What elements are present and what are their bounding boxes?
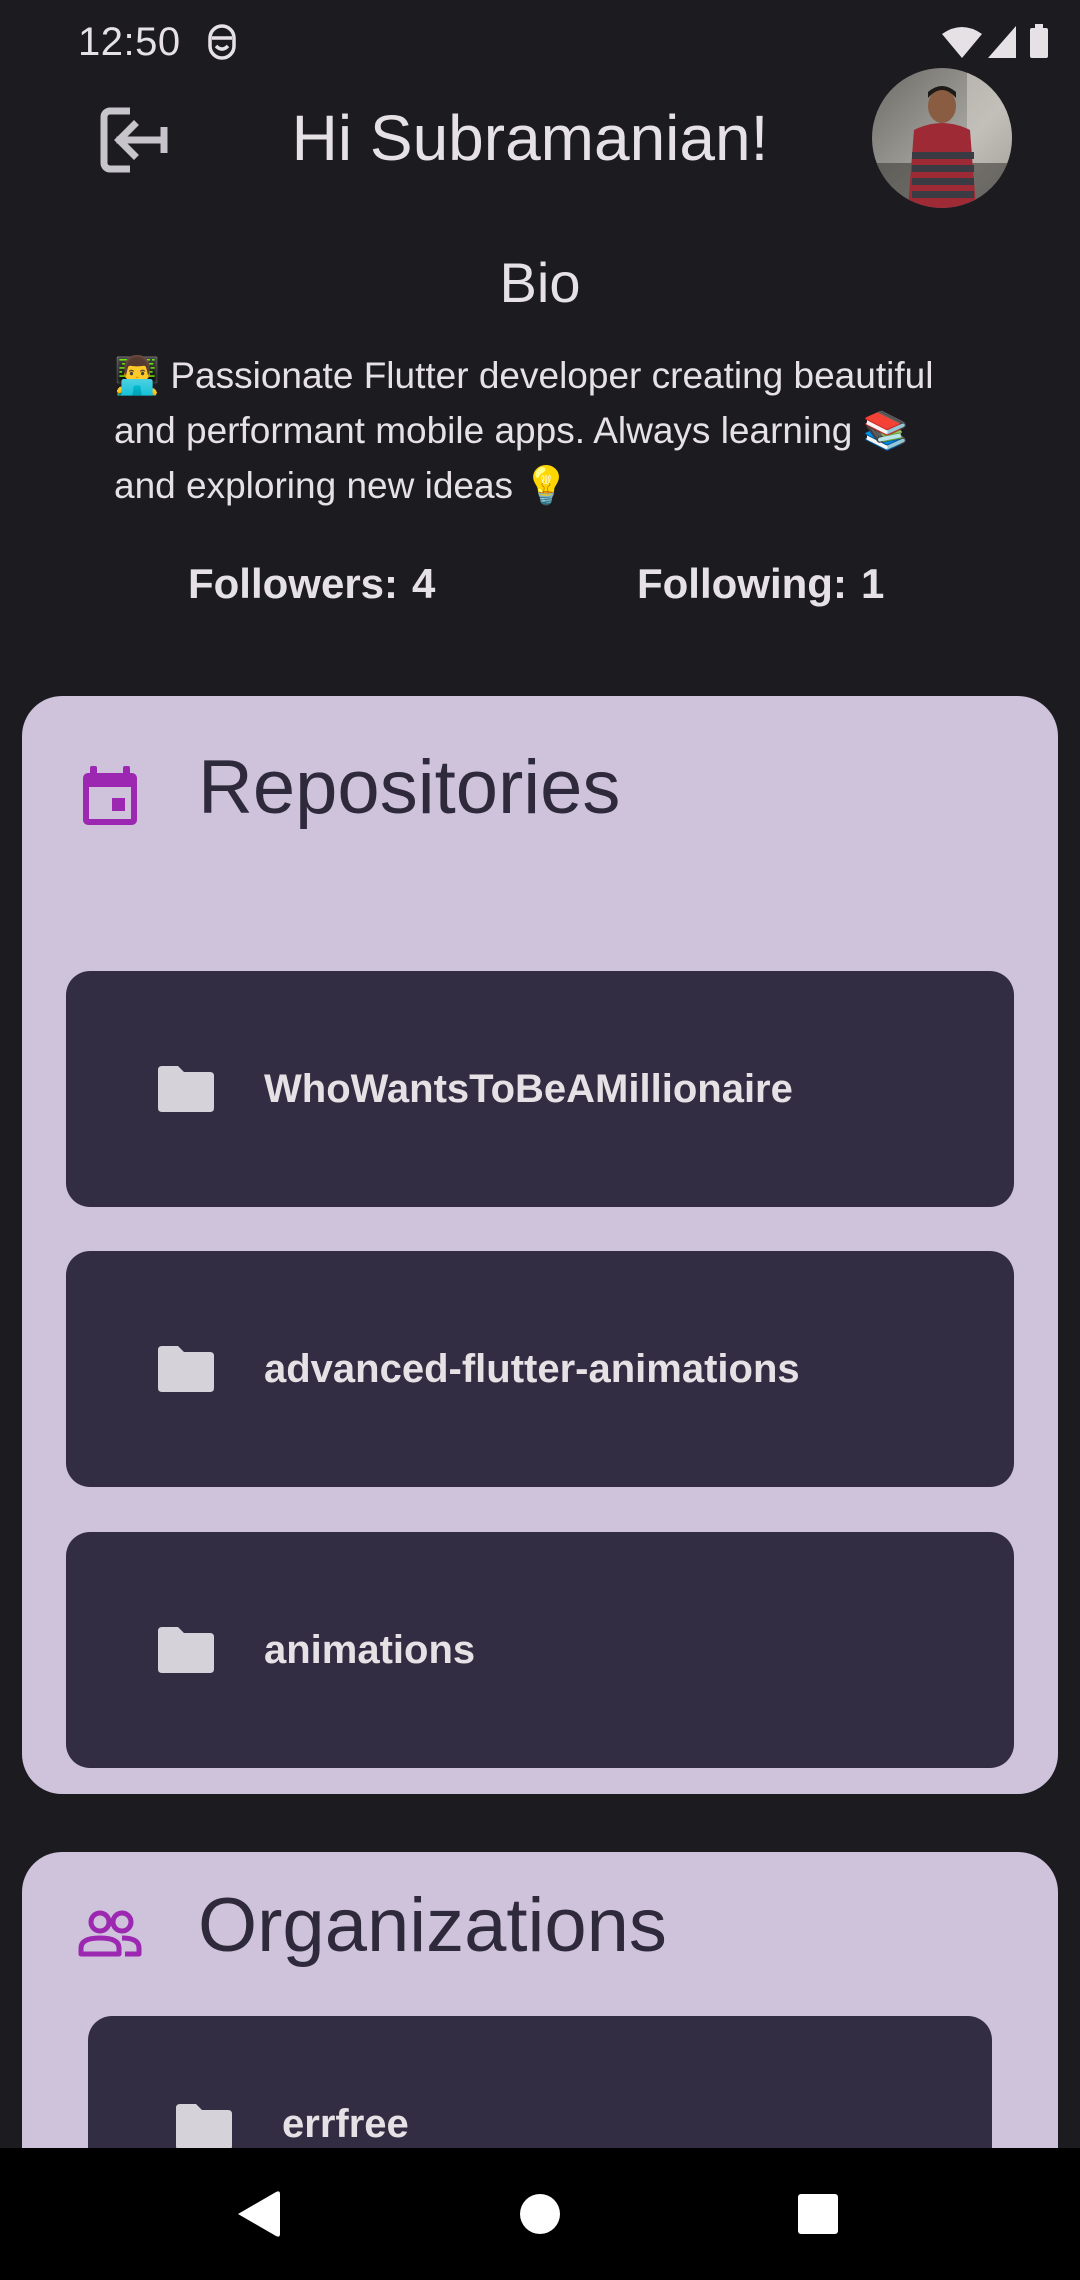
recents-square-icon [798, 2194, 838, 2234]
folder-icon [176, 2104, 232, 2150]
folder-icon [158, 1627, 214, 1673]
following-count: 1 [860, 560, 885, 607]
status-time: 12:50 [78, 20, 181, 64]
people-icon [78, 1910, 142, 1957]
logout-button[interactable] [92, 100, 176, 180]
followers-label: Followers: [188, 560, 399, 607]
logout-arrow-icon [100, 107, 168, 173]
status-icons [942, 24, 1048, 58]
nav-home-button[interactable] [500, 2178, 580, 2250]
avatar[interactable] [872, 68, 1012, 208]
repo-item[interactable]: advanced-flutter-animations [66, 1251, 1014, 1487]
wifi-icon [942, 27, 982, 58]
nav-back-button[interactable] [218, 2178, 298, 2250]
bio-title: Bio [499, 251, 581, 314]
folder-icon [158, 1346, 214, 1392]
org-name: errfree [282, 2102, 409, 2146]
repo-name: advanced-flutter-animations [264, 1346, 800, 1391]
repositories-title: Repositories [198, 745, 621, 830]
repositories-card: Repositories WhoWantsToBeAMillionaire ad… [22, 696, 1058, 1794]
screen: 12:50 Hi Subramanian! [0, 0, 1080, 2280]
back-triangle-icon [238, 2191, 280, 2237]
signal-icon [988, 26, 1016, 58]
system-nav-bar [0, 2148, 1080, 2280]
notification-icon [208, 24, 236, 60]
nav-recents-button[interactable] [778, 2178, 858, 2250]
following-stat: Following: 1 [637, 560, 884, 608]
calendar-icon [83, 766, 137, 825]
following-label: Following: [637, 560, 847, 607]
bio-text: 👨‍💻 Passionate Flutter developer creatin… [114, 355, 934, 506]
home-circle-icon [520, 2194, 560, 2234]
followers-count: 4 [412, 560, 436, 607]
repo-item[interactable]: WhoWantsToBeAMillionaire [66, 971, 1014, 1207]
avatar-photo [872, 68, 1012, 208]
repo-item[interactable]: animations [66, 1532, 1014, 1768]
repo-name: WhoWantsToBeAMillionaire [264, 1066, 793, 1111]
folder-icon [158, 1066, 214, 1112]
repo-name: animations [264, 1627, 476, 1672]
followers-stat: Followers: 4 [188, 560, 435, 608]
organizations-title: Organizations [198, 1883, 667, 1968]
greeting-title: Hi Subramanian! [291, 102, 769, 174]
battery-icon [1030, 28, 1048, 58]
